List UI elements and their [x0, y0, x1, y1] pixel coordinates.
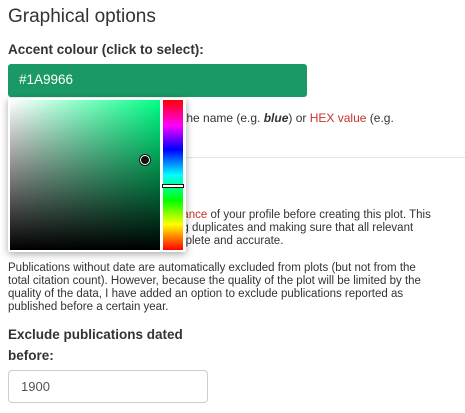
para1-line2: ng duplicates and making sure that all r…: [176, 222, 414, 234]
hint-text-3: (e.g.: [366, 111, 394, 125]
hint-text-1: the name (e.g.: [183, 111, 264, 125]
exclude-label-line1: Exclude publications dated: [8, 327, 183, 342]
hue-slider[interactable]: [162, 100, 184, 250]
para1-line1: of your profile before creating this plo…: [207, 209, 431, 221]
hue-slider-handle[interactable]: [162, 183, 184, 188]
para2-line4: published before a certain year.: [8, 301, 169, 313]
section-title: Graphical options: [8, 6, 156, 27]
para2-line2: total citation count). However, because …: [8, 275, 421, 287]
saturation-value-cursor[interactable]: [140, 155, 150, 165]
colour-picker-popover: [8, 98, 186, 252]
section-divider: [176, 157, 465, 158]
saturation-value-area[interactable]: [10, 100, 160, 250]
hint-text-2: ) or: [288, 111, 310, 125]
accent-hint: the name (e.g. blue) or HEX value (e.g.: [183, 112, 394, 125]
hint-example-name: blue: [263, 111, 289, 125]
para2-line1: Publications without date are automatica…: [8, 262, 416, 274]
accent-colour-input[interactable]: #1A9966: [8, 64, 307, 97]
exclude-year-input[interactable]: 1900: [8, 370, 208, 403]
exclude-label-line2: before:: [8, 348, 54, 363]
para1-line3: mplete and accurate.: [176, 235, 284, 247]
profile-maintenance-paragraph: nance of your profile before creating th…: [176, 209, 461, 248]
publications-paragraph: Publications without date are automatica…: [8, 262, 456, 314]
accent-colour-label: Accent colour (click to select):: [8, 42, 204, 57]
hex-value-link[interactable]: HEX value: [310, 111, 367, 125]
para2-line3: quality of the data, I have added an opt…: [8, 288, 404, 300]
